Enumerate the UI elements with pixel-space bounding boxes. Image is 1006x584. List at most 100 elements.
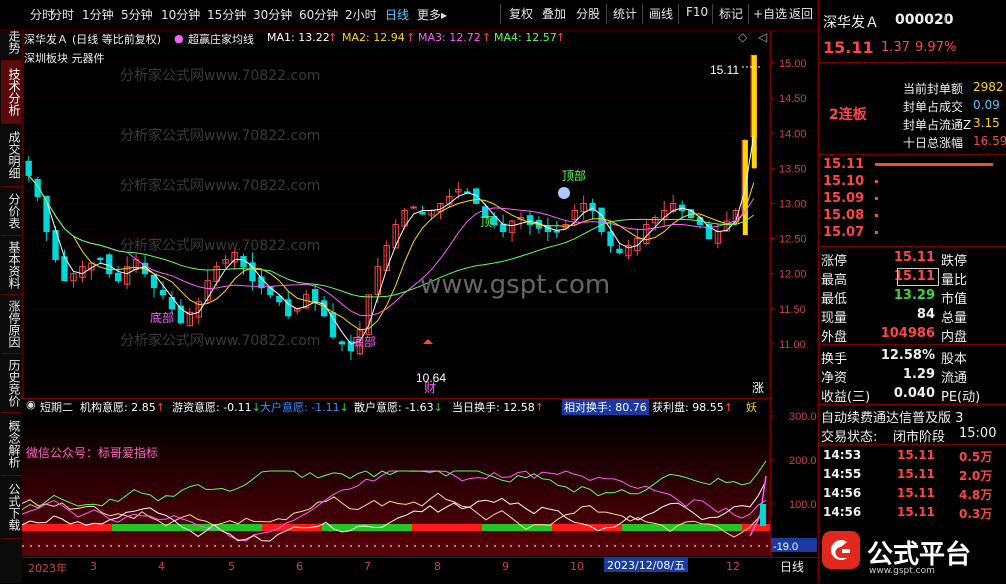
tick-list: 14:53 15.11 0.5万 14:55 15.11 2.0万 14:56 15.11 4.… [819,446,1006,526]
order-volume-bar [875,163,993,166]
period-tab-daily[interactable]: 日线 [385,6,409,23]
period-tab-30min[interactable]: 30分钟 [253,6,292,23]
stat-label: 内盘 [941,330,968,345]
button-mark[interactable]: 标记 [719,5,743,22]
period-tab-5min[interactable]: 5分钟 [121,6,153,23]
button-f10[interactable]: F10 [686,5,708,19]
period-tab-10min[interactable]: 10分钟 [161,6,200,23]
period-tab-60min[interactable]: 60分钟 [299,6,338,23]
divider [819,344,1006,345]
order-book-row[interactable]: 15.07 [819,224,1006,241]
button-stats[interactable]: 统计 [613,5,637,22]
button-split[interactable]: 分股 [576,5,600,22]
period-tab-1min[interactable]: 1分钟 [82,6,114,23]
order-book-row[interactable]: 15.08 [819,207,1006,224]
bottom-label: 底部 [150,310,174,325]
stat-label: 总量 [941,311,968,326]
highlight-box [897,268,939,286]
order-price: 15.09 [823,191,865,206]
indicator-item-label: 大户意愿: -1.11 [260,401,340,414]
stat-label: 现量 [821,311,848,326]
button-overlay[interactable]: 叠加 [542,5,566,22]
seal-label-2: 封单占成交 [903,100,964,114]
date-label: 7 [364,560,371,573]
trend-arrow-icon: ↓ [339,401,349,414]
order-book-row[interactable]: 15.10 [819,173,1006,190]
date-label: 6 [296,560,303,573]
stat-label: 最高 [821,273,848,288]
seal-label-1: 当前封单额 [903,82,964,96]
stat-label: 市值 [941,292,968,307]
axis-label: 11.50 [779,304,806,316]
axis-label: 14.50 [779,93,807,105]
signal-band [112,524,262,531]
order-price: 15.07 [823,225,865,240]
axis-label: 200.0 [789,455,817,467]
candle-body [25,160,32,176]
toolbar-divider [748,4,749,24]
button-add-favorite[interactable]: +自选 [753,5,787,22]
board-count: 2连板 [829,107,867,123]
quote-stock-name: 深华发Ａ [823,15,879,31]
period-tab-2hour[interactable]: 2小时 [345,6,377,23]
signal-band [22,524,112,531]
trend-arrow-icon: ↑ [534,401,544,414]
candle-body [150,274,158,289]
order-price: 15.10 [823,174,865,189]
tab-concept[interactable]: 概念解析 [1,413,21,476]
toolbar-divider [500,4,501,24]
indicator-item-label: 相对换手: 80.76 [564,401,647,414]
indicator-item: 游资意愿: -0.11↓ [172,399,261,415]
tick-time: 14:56 [823,486,862,500]
sub-indicator-chart[interactable] [22,416,770,556]
tick-vol: 4.8万 [959,488,993,502]
site-watermark: www.gspt.com [420,270,611,300]
finance-table: 换手 12.58% 股本 净资 1.29 流通 收益(三) 0.040 PE(动) [819,346,1006,405]
fin-value: 1.29 [902,367,935,382]
period-tab-more[interactable]: 更多▸ [417,6,447,23]
last-price-tag: 15.11 [710,63,739,77]
tick-price: 15.11 [897,467,935,481]
tab-price-table[interactable]: 分价表 [1,187,21,236]
tick-price: 15.11 [897,448,935,462]
button-back[interactable]: 返回 [789,5,813,22]
order-book-row[interactable]: 15.09 [819,190,1006,207]
quote-suffix: L [944,12,951,25]
mark-label: 财 [424,381,436,395]
indicator-item-label: 妖 [746,401,757,414]
indicator-item-label: 获利盘: 98.55 [652,401,724,414]
fin-value: 0.040 [893,386,935,401]
date-label: 12 [726,560,740,573]
sub-chart-caption: 微信公众号：标哥爱指标 [26,446,159,460]
indicator-item-label: 散户意愿: -1.63 [354,401,434,414]
tab-trade-detail[interactable]: 成交明细 [1,124,21,187]
limit-up-bar [751,55,757,169]
button-fuquan[interactable]: 复权 [509,5,533,22]
period-tab-1min[interactable]: 分时 [50,6,74,23]
signal-band [622,524,742,531]
indicator-selector-icon[interactable]: ◉ [26,398,36,411]
tab-basic-info[interactable]: 基本资料 [1,236,21,295]
tab-formula-download[interactable]: 公式下载 [1,476,21,539]
stat-value: 104986 [880,326,935,341]
order-book-row[interactable]: 15.11 [819,156,1006,173]
tab-limit-reason[interactable]: 涨停原因 [1,295,21,354]
quote-panel: 深华发Ａ 000020 L 15.11 1.37 9.97% 2连板 当前封单额… [818,0,1006,583]
indicator-item-label: 当日换手: 12.58 [452,401,535,414]
candle-body [97,257,104,261]
button-draw[interactable]: 画线 [649,5,673,22]
bottom-label: 底部 [352,334,376,349]
tab-technical-analysis[interactable]: 技术分析 [1,61,21,124]
price-axis: 15.00 14.50 14.00 13.50 13.00 12.50 12.00 11.50… [770,30,807,398]
divider [819,154,1006,155]
axis-label: 100.0 [789,499,817,511]
brand-icon [822,531,860,569]
notice-text[interactable]: 自动续费通达信普及版 3 [821,407,963,426]
tab-history-auction[interactable]: 历史竞价 [1,354,21,413]
quote-price: 15.11 [823,38,874,57]
date-label: 5 [228,560,235,573]
indicator-bar-name[interactable]: 短期二 [40,399,73,415]
period-tab-15min[interactable]: 15分钟 [207,6,246,23]
order-price: 15.11 [823,157,865,172]
seal-value-2: 0.09 [973,98,1000,112]
